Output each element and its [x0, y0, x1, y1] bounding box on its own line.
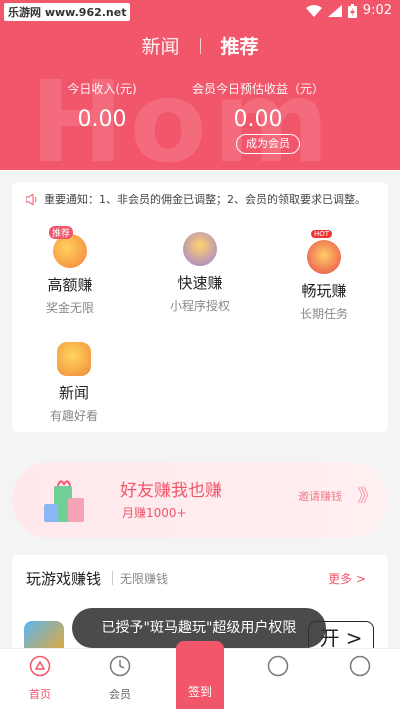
treasure-chest-icon — [183, 232, 217, 266]
more-icon — [349, 655, 371, 677]
news-icon — [57, 342, 91, 376]
tab-home-label: 首页 — [29, 688, 51, 701]
tab-news[interactable]: 新闻 — [141, 32, 179, 59]
feature-card: 重要通知：1、非会员的佣金已调整；2、会员的领取要求已调整。 推荐 高额赚 奖金… — [12, 182, 388, 432]
tab-five[interactable] — [330, 655, 390, 686]
invite-banner[interactable]: 好友赚我也赚 月赚1000+ 邀请赚钱 》》 — [12, 462, 388, 538]
tab-recommend[interactable]: 推荐 — [221, 32, 259, 59]
gift-box-icon — [44, 480, 84, 522]
clock-icon — [109, 655, 131, 677]
feature-play-earn[interactable]: HOT 畅玩赚 长期任务 — [274, 230, 374, 322]
bottom-tab-bar: 首页 会员 签到 — [0, 641, 400, 711]
games-divider — [112, 571, 113, 585]
become-member-button[interactable]: 成为会员 — [236, 134, 300, 154]
red-envelope-icon: 推荐 — [49, 226, 87, 268]
fortune-god-icon: HOT — [307, 230, 341, 274]
today-income: 今日收入(元) 0.00 — [27, 80, 177, 132]
speaker-icon — [26, 193, 37, 205]
circle-icon — [267, 655, 289, 677]
invite-link[interactable]: 邀请赚钱 — [298, 488, 342, 504]
wifi-icon — [305, 4, 322, 17]
nav-divider — [199, 37, 201, 54]
header-banner: Hom 乐游网 www.962.net 9:02 新闻 推荐 今日收入(元) 0… — [0, 0, 400, 170]
member-income-value: 0.00 — [233, 107, 283, 132]
site-watermark: 乐游网 www.962.net — [4, 3, 131, 21]
feature-title: 快速赚 — [177, 274, 223, 292]
status-bar: 乐游网 www.962.net 9:02 — [0, 0, 400, 24]
feature-subtitle: 奖金无限 — [45, 301, 94, 315]
recommend-tag: 推荐 — [49, 226, 74, 239]
signal-icon — [327, 4, 342, 17]
feature-title: 畅玩赚 — [301, 282, 347, 300]
top-nav: 新闻 推荐 — [0, 32, 400, 58]
battery-icon — [347, 3, 357, 18]
tab-four[interactable] — [248, 655, 308, 686]
tab-home[interactable]: 首页 — [10, 655, 70, 702]
games-title: 玩游戏赚钱 — [26, 570, 102, 588]
banner-subtitle: 月赚1000+ — [122, 506, 187, 520]
feature-high-earn[interactable]: 推荐 高额赚 奖金无限 — [20, 226, 120, 316]
notice-text: 重要通知：1、非会员的佣金已调整；2、会员的领取要求已调整。 — [44, 193, 366, 206]
today-income-value: 0.00 — [77, 107, 127, 132]
feature-news[interactable]: 新闻 有趣好看 — [24, 342, 124, 424]
hot-tag: HOT — [311, 230, 333, 238]
notice-bar[interactable]: 重要通知：1、非会员的佣金已调整；2、会员的领取要求已调整。 — [26, 191, 366, 207]
feature-subtitle: 长期任务 — [299, 307, 348, 321]
games-subtitle: 无限赚钱 — [120, 572, 169, 586]
double-chevron-icon: 》》 — [357, 486, 378, 507]
home-icon — [29, 655, 51, 677]
banner-title: 好友赚我也赚 — [120, 481, 222, 501]
clock: 9:02 — [362, 3, 392, 18]
sign-in-button[interactable]: 签到 — [176, 641, 224, 709]
member-income-label: 会员今日预估收益（元） — [191, 82, 324, 96]
feature-subtitle: 有趣好看 — [49, 409, 98, 423]
feature-subtitle: 小程序授权 — [169, 299, 230, 313]
feature-title: 新闻 — [58, 384, 89, 402]
tab-member[interactable]: 会员 — [90, 655, 150, 702]
feature-title: 高额赚 — [47, 276, 93, 294]
feature-fast-earn[interactable]: 快速赚 小程序授权 — [150, 232, 250, 314]
more-link[interactable]: 更多 > — [328, 570, 366, 587]
tab-member-label: 会员 — [109, 688, 131, 701]
member-estimated-income: 会员今日预估收益（元） 0.00 — [183, 80, 333, 132]
today-income-label: 今日收入(元) — [67, 82, 137, 96]
